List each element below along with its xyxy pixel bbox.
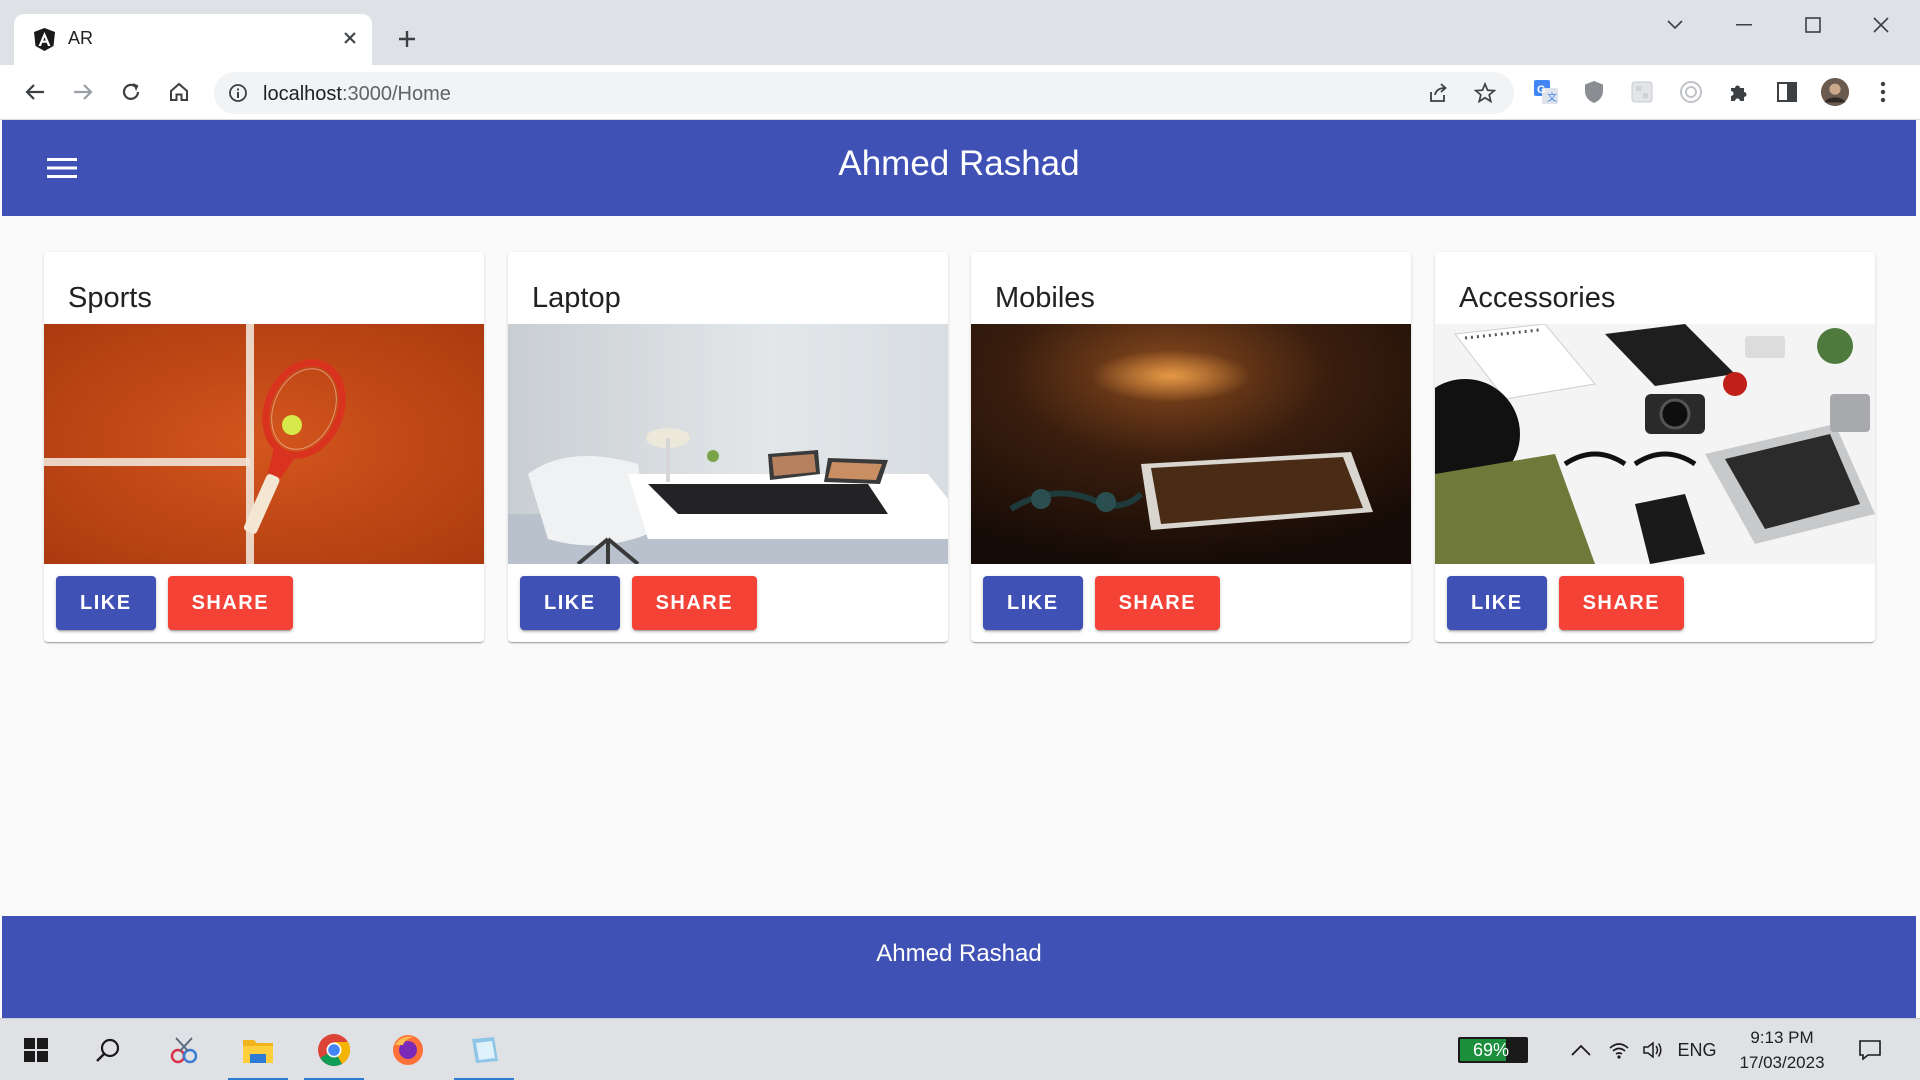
footer-text: Ahmed Rashad <box>876 940 1042 967</box>
file-explorer-icon[interactable] <box>222 1019 294 1080</box>
minimize-icon[interactable] <box>1719 10 1769 40</box>
card-actions: LIKE SHARE <box>56 576 294 630</box>
share-icon[interactable] <box>1424 79 1452 107</box>
windows-start-icon[interactable] <box>0 1019 72 1080</box>
like-button[interactable]: LIKE <box>983 576 1083 630</box>
share-button[interactable]: SHARE <box>1094 576 1221 630</box>
windows-taskbar: 69% ENG 9:13 PM 17/03/2023 <box>0 1018 1920 1080</box>
card-image-sports <box>44 324 484 564</box>
profile-avatar[interactable] <box>1820 77 1850 107</box>
search-icon[interactable] <box>72 1019 144 1080</box>
new-tab-icon[interactable] <box>392 24 422 54</box>
chrome-icon[interactable] <box>298 1019 370 1080</box>
network-icon[interactable] <box>1604 1035 1634 1065</box>
forward-icon[interactable] <box>66 75 100 109</box>
google-translate-icon[interactable]: G文 <box>1531 77 1561 107</box>
card-image-laptop <box>508 324 948 564</box>
angular-favicon-icon <box>32 27 57 52</box>
card-actions: LIKE SHARE <box>1447 576 1685 630</box>
reload-icon[interactable] <box>114 75 148 109</box>
notification-icon[interactable] <box>1855 1035 1885 1065</box>
category-card-sports: Sports LIKE SHARE <box>44 252 484 642</box>
card-image-mobiles <box>971 324 1411 564</box>
clock-time: 9:13 PM <box>1750 1028 1814 1047</box>
app-footer: Ahmed Rashad <box>2 916 1916 1018</box>
url-host: localhost <box>263 83 342 105</box>
url-path: :3000/Home <box>341 83 451 105</box>
main-content: Sports LIKE SHARE Laptop LIKE SHARE Mobi… <box>2 216 1916 916</box>
extension-icon[interactable] <box>1627 77 1657 107</box>
app-icon[interactable] <box>448 1019 520 1080</box>
shield-icon[interactable] <box>1579 77 1609 107</box>
puzzle-icon[interactable] <box>1724 77 1754 107</box>
like-button[interactable]: LIKE <box>1447 576 1547 630</box>
extension-circle-icon[interactable] <box>1676 77 1706 107</box>
close-window-icon[interactable] <box>1856 10 1906 40</box>
share-button[interactable]: SHARE <box>631 576 758 630</box>
side-panel-icon[interactable] <box>1772 77 1802 107</box>
category-card-mobiles: Mobiles LIKE SHARE <box>971 252 1411 642</box>
share-button[interactable]: SHARE <box>167 576 294 630</box>
volume-icon[interactable] <box>1638 1035 1668 1065</box>
chevron-up-icon[interactable] <box>1566 1035 1596 1065</box>
tab-search-icon[interactable] <box>1650 10 1700 40</box>
battery-text: 69% <box>1472 1040 1510 1060</box>
snipping-tool-icon[interactable] <box>148 1019 220 1080</box>
firefox-icon[interactable] <box>372 1019 444 1080</box>
card-actions: LIKE SHARE <box>520 576 758 630</box>
svg-text:G: G <box>1537 84 1546 96</box>
category-card-laptop: Laptop LIKE SHARE <box>508 252 948 642</box>
card-title: Accessories <box>1459 282 1616 314</box>
like-button[interactable]: LIKE <box>520 576 620 630</box>
app-toolbar: Ahmed Rashad <box>2 120 1916 216</box>
info-icon[interactable] <box>226 81 250 105</box>
category-card-accessories: Accessories LIKE SHARE <box>1435 252 1875 642</box>
language-indicator[interactable]: ENG <box>1672 1035 1722 1065</box>
share-button[interactable]: SHARE <box>1558 576 1685 630</box>
url-text[interactable]: localhost:3000/Home <box>263 83 451 106</box>
browser-tab[interactable]: AR <box>14 14 372 65</box>
address-bar[interactable]: localhost:3000/Home <box>214 72 1514 114</box>
back-icon[interactable] <box>18 75 52 109</box>
card-title: Sports <box>68 282 152 314</box>
maximize-icon[interactable] <box>1788 10 1838 40</box>
card-image-accessories <box>1435 324 1875 564</box>
home-icon[interactable] <box>162 75 196 109</box>
card-title: Mobiles <box>995 282 1095 314</box>
card-actions: LIKE SHARE <box>983 576 1221 630</box>
tab-close-icon[interactable] <box>336 24 364 52</box>
card-title: Laptop <box>532 282 621 314</box>
tab-title: AR <box>68 28 94 48</box>
more-menu-icon[interactable] <box>1868 77 1898 107</box>
battery-indicator[interactable]: 69% <box>1458 1037 1528 1063</box>
clock-date: 17/03/2023 <box>1739 1053 1825 1072</box>
browser-toolbar: localhost:3000/Home G文 <box>0 65 1920 120</box>
app-title: Ahmed Rashad <box>838 144 1080 183</box>
svg-text:文: 文 <box>1547 91 1557 104</box>
system-clock[interactable]: 9:13 PM 17/03/2023 <box>1722 1025 1842 1075</box>
star-icon[interactable] <box>1471 79 1499 107</box>
like-button[interactable]: LIKE <box>56 576 156 630</box>
browser-tabstrip: AR <box>0 0 1920 65</box>
